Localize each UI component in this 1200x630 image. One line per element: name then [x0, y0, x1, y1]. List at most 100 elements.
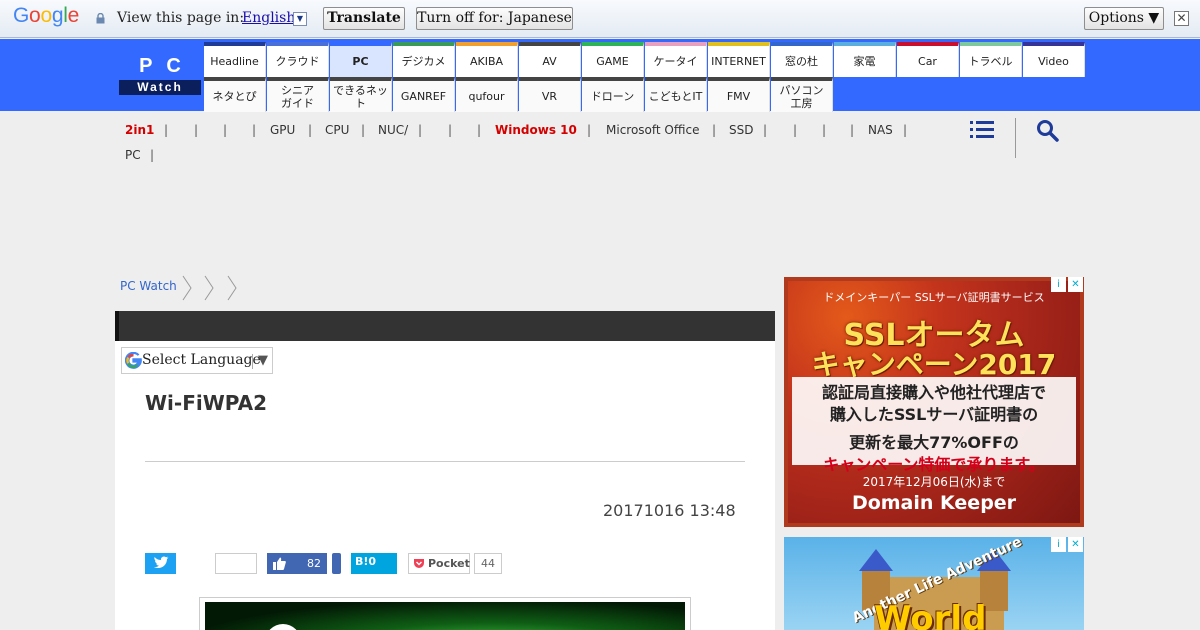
ad-banner-game[interactable]: Another Life Adventure World [784, 537, 1084, 630]
nav-item-row1[interactable]: クラウド [267, 42, 329, 77]
title-divider [145, 461, 745, 462]
header-divider [1015, 118, 1016, 158]
google-logo-letter: G [13, 4, 30, 27]
twitter-icon [154, 556, 169, 569]
ad-choices: i ✕ [1051, 537, 1085, 553]
tag-link[interactable]: CPU [325, 118, 349, 143]
tag-separator: | [194, 123, 199, 137]
pocket-label: Pocket [428, 557, 470, 570]
tag-separator: | [448, 123, 453, 137]
ad-kicker: ドメインキーパー SSLサーバ証明書サービス [823, 291, 1045, 304]
ad-game-title: World [874, 599, 987, 630]
tag-separator: | [252, 123, 257, 137]
tag-separator: | [477, 123, 482, 137]
tag-link[interactable]: 2in1 [125, 118, 154, 143]
nav-item-row1[interactable]: 家電 [834, 42, 896, 77]
turn-off-button[interactable]: Turn off for: Japanese [416, 7, 573, 30]
nav-item-row1[interactable]: トラベル [960, 42, 1022, 77]
nav-item-row2[interactable]: パソコン 工房 [771, 77, 833, 112]
tag-separator: | [361, 123, 366, 137]
facebook-count: 82 [307, 557, 321, 570]
hatena-bookmark-button[interactable]: B!0 [351, 553, 397, 574]
nav-item-row1[interactable]: Headline [204, 42, 266, 77]
nav-item-row1[interactable]: ケータイ [645, 42, 707, 77]
breadcrumb-chevron-icon [182, 275, 192, 301]
tag-separator: | [150, 148, 155, 162]
nav-item-row1[interactable]: AV [519, 42, 581, 77]
google-logo-letter: g [51, 4, 64, 27]
ad-info-icon[interactable]: i [1051, 537, 1066, 552]
google-logo-letter: o [29, 4, 41, 27]
nav-item-row1[interactable]: PC [330, 42, 392, 77]
ad-brand: Domain Keeper [851, 492, 1017, 514]
nav-item-row1[interactable]: GAME [582, 42, 644, 77]
article-date: 20171016 13:48 [603, 501, 736, 520]
tag-link[interactable]: PC [125, 143, 141, 168]
dropdown-arrow-icon: ▼ [258, 353, 268, 368]
search-icon[interactable] [1036, 119, 1060, 143]
ad-line: 購入したSSLサーバ証明書の [829, 405, 1039, 424]
tag-separator: | [712, 123, 717, 137]
language-dropdown-icon[interactable]: ▼ [293, 12, 307, 26]
menu-icon[interactable] [970, 120, 994, 140]
tag-separator: | [164, 123, 169, 137]
tag-link[interactable]: GPU [270, 118, 295, 143]
ad-banner-ssl[interactable]: ドメインキーパー SSLサーバ証明書サービス SSLオータム キャンペーン201… [784, 277, 1084, 527]
facebook-like-button[interactable]: 82 [267, 553, 327, 574]
nav-item-row1[interactable]: AKIBA [456, 42, 518, 77]
options-button[interactable]: Options ▼ [1084, 7, 1164, 30]
nav-item-row2[interactable]: ドローン [582, 77, 644, 112]
close-icon[interactable]: ✕ [1174, 11, 1189, 26]
nav-item-row1[interactable]: INTERNET [708, 42, 770, 77]
google-logo-letter: o [40, 4, 52, 27]
nav-item-row2[interactable]: qufour [456, 77, 518, 112]
translate-bar: Google View this page in: English ▼ Tran… [0, 0, 1200, 38]
nav-item-row1[interactable]: Car [897, 42, 959, 77]
nav-item-row2[interactable]: シニア ガイド [267, 77, 329, 112]
nav-item-row2[interactable]: こどもとIT [645, 77, 707, 112]
ad-line: キャンペーン特価で承ります。 [823, 455, 1045, 474]
thumbs-up-icon [273, 557, 286, 570]
hero-circle [265, 624, 301, 630]
nav-item-row1[interactable]: 窓の杜 [771, 42, 833, 77]
ad-close-icon[interactable]: ✕ [1068, 537, 1083, 552]
article: Select Language ▼ Wi-FiWPA2 20171016 13:… [115, 311, 775, 630]
tag-link[interactable]: NUC/ [378, 118, 408, 143]
tag-link[interactable]: NAS [868, 118, 893, 143]
nav-item-row2[interactable]: VR [519, 77, 581, 112]
google-logo-letter: e [67, 4, 80, 27]
translate-button[interactable]: Translate [323, 7, 405, 30]
language-select-label: Select Language [142, 352, 261, 368]
logo-subtext: Watch [137, 80, 183, 94]
breadcrumb-home[interactable]: PC Watch [120, 279, 177, 293]
nav-item-row2[interactable]: できるネット [330, 77, 392, 112]
language-select[interactable]: Select Language ▼ [121, 347, 273, 374]
ad-line: 更新を最大77%OFFの [849, 433, 1019, 452]
nav-item-row2[interactable]: ネタとぴ [204, 77, 266, 112]
logo-text: PC [139, 55, 195, 77]
nav-item-row1[interactable]: Video [1023, 42, 1085, 77]
nav-item-row2[interactable]: GANREF [393, 77, 455, 112]
twitter-share-button[interactable] [145, 553, 176, 574]
ad-info-icon[interactable]: i [1051, 277, 1066, 292]
hatena-label: B!0 [355, 555, 377, 568]
facebook-share-button[interactable] [332, 553, 341, 574]
tag-separator: | [587, 123, 592, 137]
tag-link[interactable]: SSD [729, 118, 753, 143]
tag-link[interactable]: Microsoft Office [606, 118, 699, 143]
nav-item-row1[interactable]: デジカメ [393, 42, 455, 77]
ad-close-icon[interactable]: ✕ [1068, 277, 1083, 292]
select-divider [252, 354, 253, 369]
pocket-count: 44 [474, 553, 502, 574]
article-hero-image [199, 597, 691, 630]
lock-icon [96, 13, 105, 24]
nav-item-row2[interactable]: FMV [708, 77, 770, 112]
view-page-label: View this page in: [117, 10, 245, 26]
pocket-button[interactable]: Pocket [408, 553, 470, 574]
tag-link[interactable]: Windows 10 [495, 118, 577, 143]
tag-separator: | [850, 123, 855, 137]
tag-separator: | [903, 123, 908, 137]
language-link[interactable]: English [242, 10, 295, 26]
site-logo[interactable]: PC Watch [119, 53, 201, 95]
twitter-count [215, 553, 257, 574]
